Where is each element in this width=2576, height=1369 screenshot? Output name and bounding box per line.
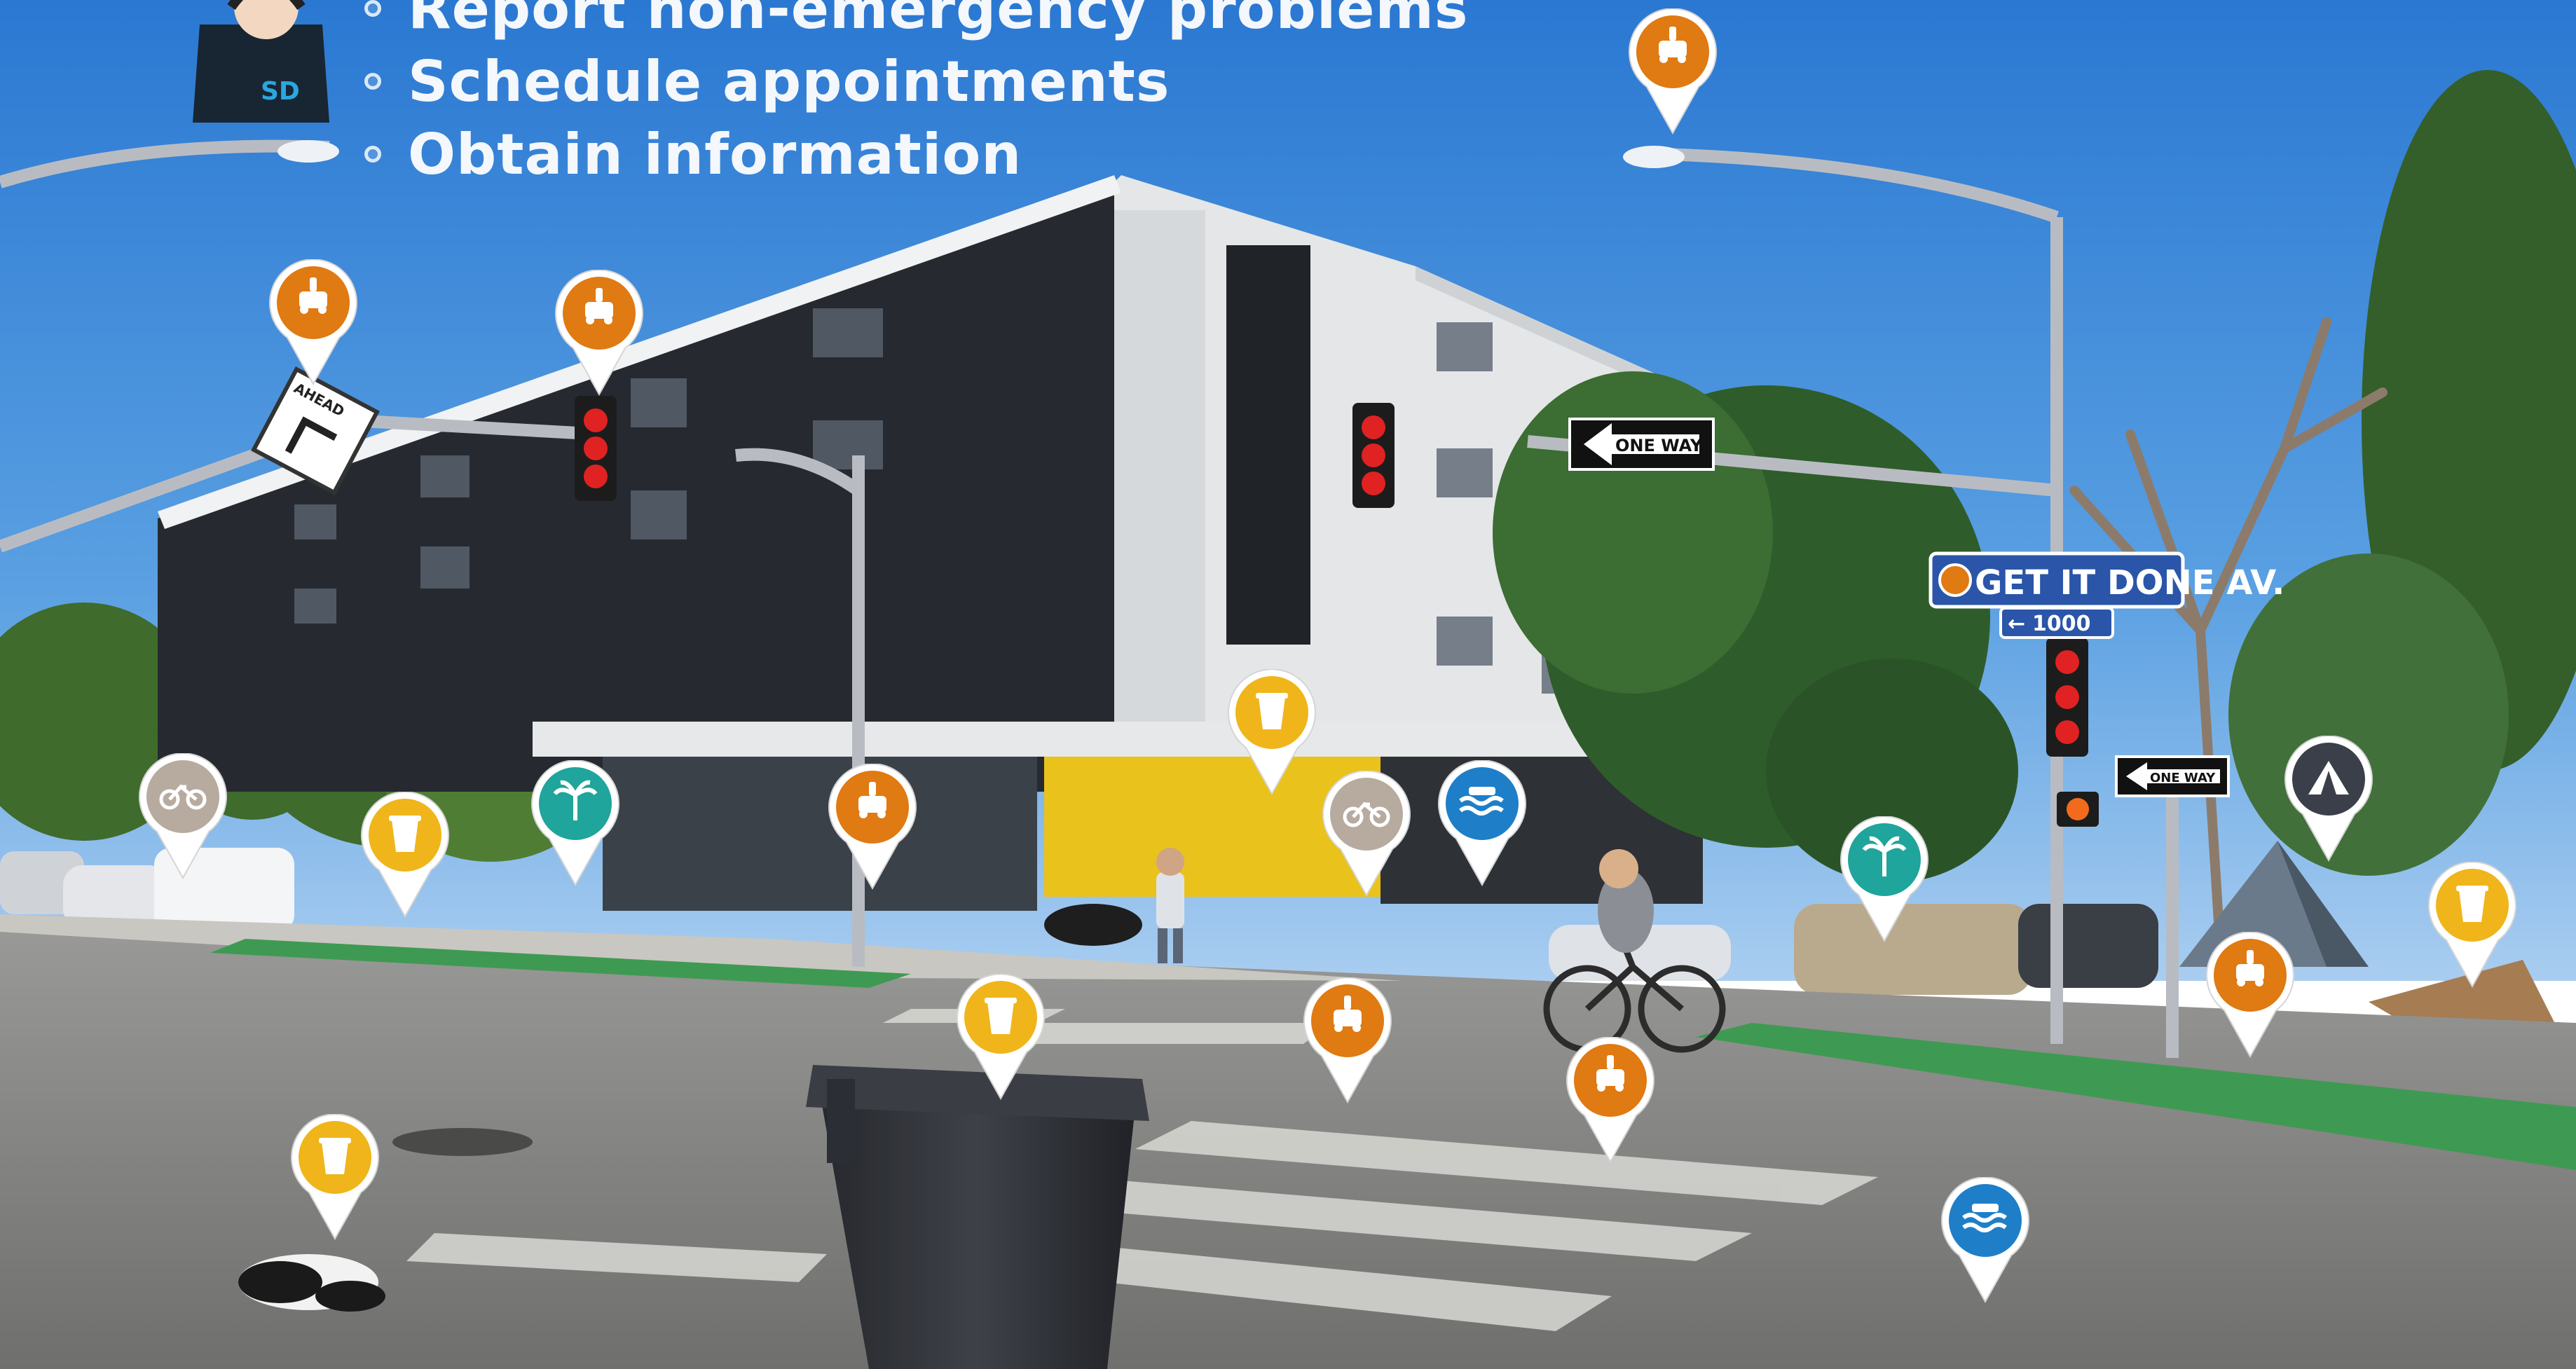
illegal-dumping-icon <box>957 974 1045 1100</box>
feature-list: Report non-emergency problems Schedule a… <box>364 0 1469 191</box>
traffic-signal-repair-icon <box>1629 8 1717 135</box>
illegal-dumping-icon <box>1228 669 1316 795</box>
bullet-dot-icon <box>364 146 381 163</box>
traffic-signal-repair-icon <box>828 764 917 890</box>
feature-item: Report non-emergency problems <box>364 0 1469 45</box>
illegal-dumping-icon <box>361 792 449 918</box>
feature-item: Obtain information <box>364 118 1469 191</box>
pin-roadwork[interactable] <box>1302 977 1393 1103</box>
street-name-text: GET IT DONE AV. <box>1975 563 2284 603</box>
svg-text:ONE WAY: ONE WAY <box>2150 771 2216 785</box>
traffic-signal-repair-icon <box>269 259 357 385</box>
traffic-signal-repair-icon <box>555 270 643 396</box>
storm-water-icon <box>1438 760 1526 886</box>
svg-text:←: ← <box>2008 612 2025 636</box>
storm-water-icon <box>1941 1177 2029 1303</box>
pin-dumping[interactable] <box>2427 862 2518 988</box>
bike-lane-icon <box>139 753 227 879</box>
illegal-dumping-icon <box>291 1114 379 1240</box>
pin-water[interactable] <box>1437 760 1528 886</box>
pin-bike[interactable] <box>137 753 228 879</box>
pin-roadwork[interactable] <box>1565 1037 1656 1163</box>
bullet-dot-icon <box>364 0 381 17</box>
pin-roadwork[interactable] <box>827 764 918 890</box>
pin-dumping[interactable] <box>359 792 451 918</box>
svg-text:ONE WAY: ONE WAY <box>1615 436 1703 455</box>
one-way-sign-right: ONE WAY <box>2115 755 2230 797</box>
one-way-sign-top: ONE WAY <box>1568 418 1715 471</box>
pin-dumping[interactable] <box>955 974 1046 1100</box>
traffic-signal-repair-icon <box>1566 1037 1654 1163</box>
illegal-dumping-icon <box>2428 862 2516 988</box>
pin-water[interactable] <box>1940 1177 2031 1303</box>
pin-dumping[interactable] <box>289 1114 381 1240</box>
traffic-signal-repair-icon <box>2206 932 2294 1058</box>
logo-text: SD <box>261 77 300 106</box>
pin-parks[interactable] <box>1839 816 1930 942</box>
encampment-tent-icon <box>2284 736 2373 862</box>
pin-roadwork[interactable] <box>268 259 359 385</box>
pin-roadwork[interactable] <box>554 270 645 396</box>
operator-logo-badge: SD <box>261 77 324 119</box>
pin-encampment[interactable] <box>2283 736 2374 862</box>
feature-text: Obtain information <box>408 121 1022 187</box>
traffic-signal-repair-icon <box>1303 977 1392 1103</box>
pin-roadwork[interactable] <box>1627 8 1718 135</box>
pin-bike[interactable] <box>1321 771 1412 897</box>
feature-item: Schedule appointments <box>364 45 1469 118</box>
feature-text: Schedule appointments <box>408 48 1170 114</box>
pin-parks[interactable] <box>530 760 621 886</box>
pin-dumping[interactable] <box>1226 669 1317 795</box>
parks-palm-tree-icon <box>1840 816 1928 942</box>
bike-lane-icon <box>1322 771 1411 897</box>
block-number-text: 1000 <box>2032 612 2091 636</box>
parks-palm-tree-icon <box>531 760 619 886</box>
feature-text: Report non-emergency problems <box>408 0 1469 41</box>
pin-roadwork[interactable] <box>2205 932 2296 1058</box>
bullet-dot-icon <box>364 73 381 90</box>
